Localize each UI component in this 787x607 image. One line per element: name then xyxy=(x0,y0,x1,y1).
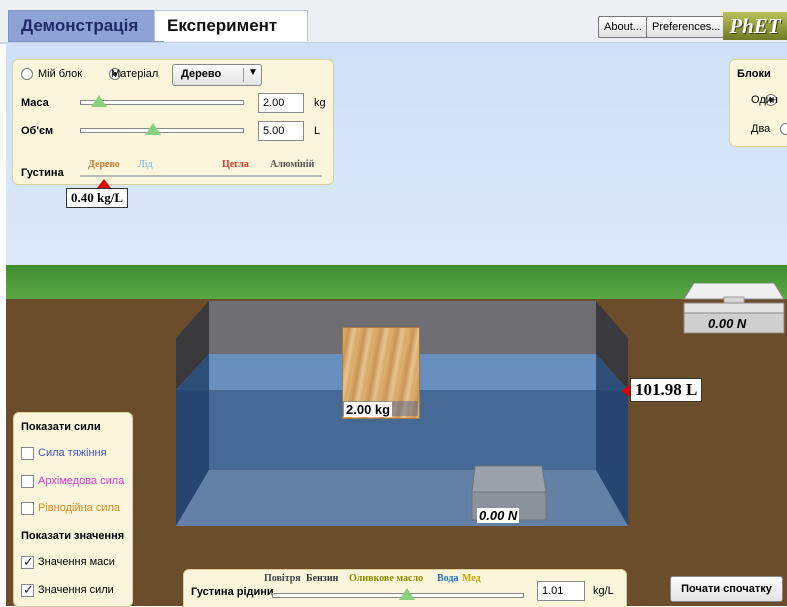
density-mark-ice: Лід xyxy=(138,159,153,170)
blocks-title: Блоки xyxy=(737,68,771,80)
density-pointer xyxy=(97,179,111,188)
gravity-label: Сила тяжіння xyxy=(38,447,107,459)
contact-label: Рівнодійна сила xyxy=(38,502,121,514)
material-dropdown-value: Дерево xyxy=(181,68,222,80)
force-values-label: Значення сили xyxy=(38,584,114,596)
density-mark-aluminum: Алюміній xyxy=(270,159,315,170)
buoyancy-label: Архімедова сила xyxy=(38,475,125,487)
fluid-density-slider-track[interactable] xyxy=(272,593,524,598)
show-values-title: Показати значення xyxy=(21,530,125,542)
my-block-label: Мій блок xyxy=(38,68,83,80)
mass-slider-thumb[interactable] xyxy=(91,95,107,107)
volume-slider-track[interactable] xyxy=(80,128,244,133)
show-forces-title: Показати сили xyxy=(21,421,101,433)
gravity-checkbox[interactable] xyxy=(21,447,34,460)
density-readout: 0.40 kg/L xyxy=(66,188,129,208)
contact-checkbox[interactable] xyxy=(21,502,34,515)
fluid-mark-olive-oil: Оливкове масло xyxy=(349,573,424,584)
density-label: Густина xyxy=(21,167,64,179)
fluid-mark-air: Повітря xyxy=(264,573,301,584)
mass-values-checkbox[interactable] xyxy=(21,554,34,570)
force-values-checkbox[interactable] xyxy=(21,582,34,598)
block-mass-label: 2.00 kg xyxy=(344,402,393,417)
fluid-density-label: Густина рідини xyxy=(191,586,274,598)
fluid-mark-gasoline: Бензин xyxy=(306,573,339,584)
bottom-scale-reading: 0.00 N xyxy=(477,508,520,523)
volume-field[interactable]: 5.00 xyxy=(258,121,304,141)
mass-field[interactable]: 2.00 xyxy=(258,93,304,113)
two-blocks-label: Два xyxy=(751,123,771,135)
mass-values-label: Значення маси xyxy=(38,556,115,568)
density-mark-wood: Дерево xyxy=(88,159,120,170)
density-scale xyxy=(80,175,322,177)
fluid-mark-water: Вода xyxy=(437,573,459,584)
volume-unit: L xyxy=(314,125,321,137)
one-block-label: Один xyxy=(751,94,778,106)
right-scale-reading: 0.00 N xyxy=(708,316,747,331)
volume-slider-thumb[interactable] xyxy=(145,123,161,135)
mass-unit: kg xyxy=(314,97,326,109)
mass-label: Маса xyxy=(21,97,49,109)
fluid-density-field[interactable]: 1.01 xyxy=(537,581,585,601)
fluid-density-slider-thumb[interactable] xyxy=(399,588,415,600)
material-dropdown[interactable]: Дерево ▼ xyxy=(172,64,262,86)
my-block-radio[interactable] xyxy=(21,68,33,81)
fluid-mark-honey: Мед xyxy=(462,573,481,584)
density-mark-brick: Цегла xyxy=(222,159,249,170)
material-label: Матеріал xyxy=(111,68,159,80)
volume-readout: 101.98 L xyxy=(630,378,703,402)
fluid-density-unit: kg/L xyxy=(593,585,614,597)
chevron-down-icon: ▼ xyxy=(248,67,258,78)
buoyancy-checkbox[interactable] xyxy=(21,475,34,488)
volume-label: Об'єм xyxy=(21,125,54,137)
two-blocks-radio[interactable] xyxy=(780,123,787,136)
reset-button[interactable]: Почати спочатку xyxy=(670,576,783,602)
